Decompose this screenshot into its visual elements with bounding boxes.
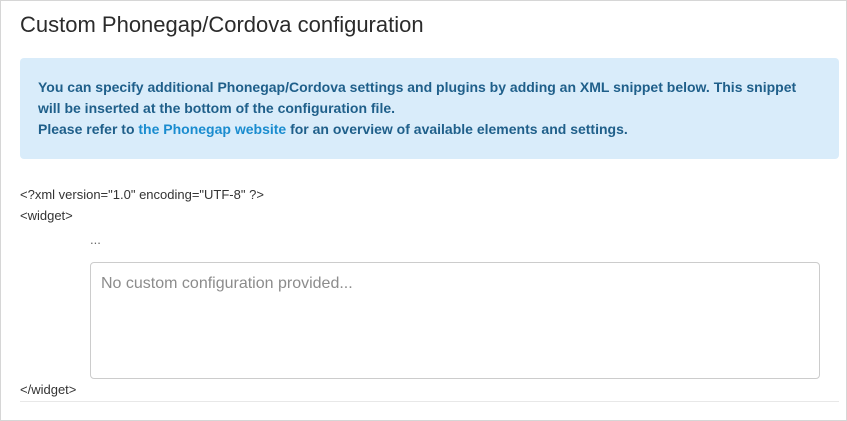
phonegap-website-link[interactable]: the Phonegap website [138,121,286,137]
ellipsis-text: ... [90,232,101,247]
info-text-suffix: for an overview of available elements an… [286,121,628,137]
info-alert: You can specify additional Phonegap/Cord… [20,58,839,159]
xml-declaration: <?xml version="1.0" encoding="UTF-8" ?> [20,187,264,202]
custom-config-textarea[interactable] [90,262,820,379]
divider [20,401,839,402]
widget-close-tag: </widget> [20,382,77,397]
info-text-line1: You can specify additional Phonegap/Cord… [38,79,797,116]
section-title: Custom Phonegap/Cordova configuration [20,12,424,37]
info-text-prefix: Please refer to [38,121,139,137]
phonegap-config-panel: Custom Phonegap/Cordova configuration Yo… [0,0,847,421]
widget-open-tag: <widget> [20,208,73,223]
